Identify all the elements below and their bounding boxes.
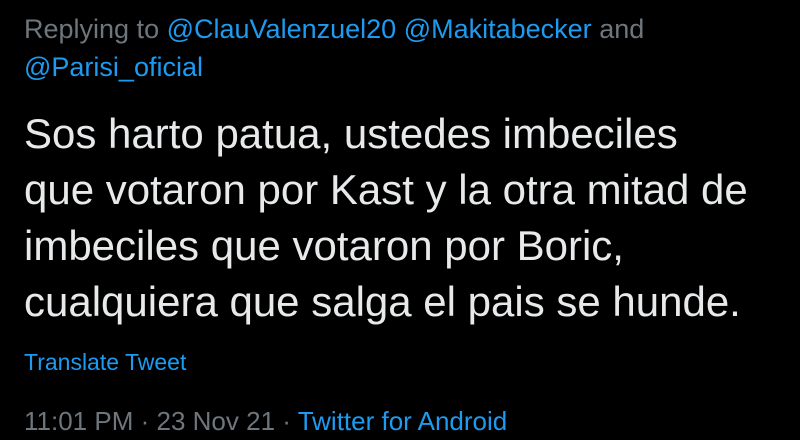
mention-makitabecker[interactable]: @Makitabecker	[404, 14, 592, 44]
tweet-text-line: Sos harto patua, ustedes imbeciles	[24, 110, 678, 157]
tweet-text-line: imbeciles que votaron por Boric,	[24, 222, 624, 269]
replying-to-label: Replying to	[24, 14, 160, 44]
meta-separator: ·	[282, 406, 291, 436]
replying-to: Replying to @ClauValenzuel20 @Makitabeck…	[24, 10, 764, 86]
meta-separator: ·	[140, 406, 150, 436]
tweet-metadata: 11:01 PM · 23 Nov 21 · Twitter for Andro…	[24, 404, 776, 438]
tweet-source-link[interactable]: Twitter for Android	[298, 406, 508, 436]
replying-to-conjunction: and	[599, 14, 645, 44]
tweet-text-line: que votaron por Kast y la otra mitad de	[24, 166, 748, 213]
tweet-time[interactable]: 11:01 PM	[24, 406, 133, 436]
tweet-date[interactable]: 23 Nov 21	[157, 406, 276, 436]
tweet-text: Sos harto patua, ustedes imbeciles que v…	[24, 106, 784, 330]
mention-clauvalenzuel20[interactable]: @ClauValenzuel20	[167, 14, 397, 44]
translate-tweet-link[interactable]: Translate Tweet	[24, 347, 186, 377]
tweet-text-line: cualquiera que salga el pais se hunde.	[24, 278, 741, 325]
tweet-detail: Replying to @ClauValenzuel20 @Makitabeck…	[0, 0, 800, 440]
mention-parisi-oficial[interactable]: @Parisi_oficial	[24, 52, 203, 82]
